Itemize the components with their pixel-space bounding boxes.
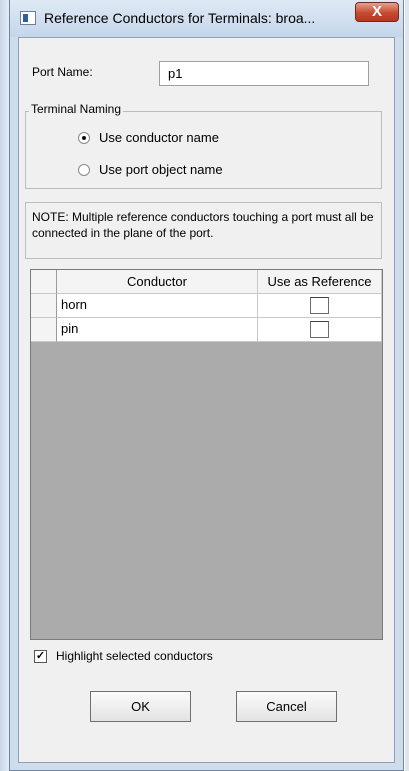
conductor-cell[interactable]: pin — [57, 318, 258, 342]
column-header-conductor[interactable]: Conductor — [57, 270, 258, 294]
radio-selected-icon[interactable] — [78, 131, 90, 144]
row-header[interactable] — [31, 318, 57, 342]
row-header[interactable] — [31, 294, 57, 318]
conductor-cell[interactable]: horn — [57, 294, 258, 318]
use-as-reference-checkbox[interactable] — [310, 297, 329, 314]
radio-use-port-object-name[interactable]: Use port object name — [78, 162, 223, 177]
title-bar[interactable]: Reference Conductors for Terminals: broa… — [10, 0, 403, 37]
table-row[interactable]: horn — [31, 294, 382, 318]
highlight-label: Highlight selected conductors — [56, 649, 213, 663]
port-name-input[interactable] — [159, 61, 369, 86]
highlight-selected-conductors-option[interactable]: ✓ Highlight selected conductors — [34, 649, 213, 663]
close-button[interactable]: X — [355, 2, 399, 22]
window-title: Reference Conductors for Terminals: broa… — [44, 10, 316, 26]
table-row[interactable]: pin — [31, 318, 382, 342]
use-as-reference-cell[interactable] — [258, 318, 382, 342]
ok-button[interactable]: OK — [90, 691, 191, 722]
radio-use-conductor-name[interactable]: Use conductor name — [78, 130, 219, 145]
radio-label-port-object-name: Use port object name — [99, 162, 223, 177]
radio-unselected-icon[interactable] — [78, 163, 90, 176]
use-as-reference-cell[interactable] — [258, 294, 382, 318]
cancel-button[interactable]: Cancel — [236, 691, 337, 722]
terminal-naming-legend: Terminal Naming — [29, 102, 124, 116]
highlight-checkbox[interactable]: ✓ — [34, 649, 47, 663]
terminal-naming-group — [25, 111, 382, 189]
dialog-body: Port Name: Terminal Naming Use conductor… — [18, 37, 395, 763]
radio-label-conductor-name: Use conductor name — [99, 130, 219, 145]
port-name-label: Port Name: — [32, 65, 93, 79]
note-box: NOTE: Multiple reference conductors touc… — [25, 202, 382, 259]
app-icon — [20, 11, 36, 25]
column-header-use-as-reference[interactable]: Use as Reference — [258, 270, 382, 294]
background-app-edge — [0, 0, 9, 771]
use-as-reference-checkbox[interactable] — [310, 321, 329, 338]
background-app-edge-right — [405, 0, 409, 771]
table-header-row: Conductor Use as Reference — [31, 270, 382, 294]
conductor-table: Conductor Use as Reference horn pin — [30, 269, 383, 640]
note-text: NOTE: Multiple reference conductors touc… — [32, 210, 374, 240]
reference-conductors-dialog: Reference Conductors for Terminals: broa… — [9, 0, 404, 771]
header-corner-cell — [31, 270, 57, 294]
